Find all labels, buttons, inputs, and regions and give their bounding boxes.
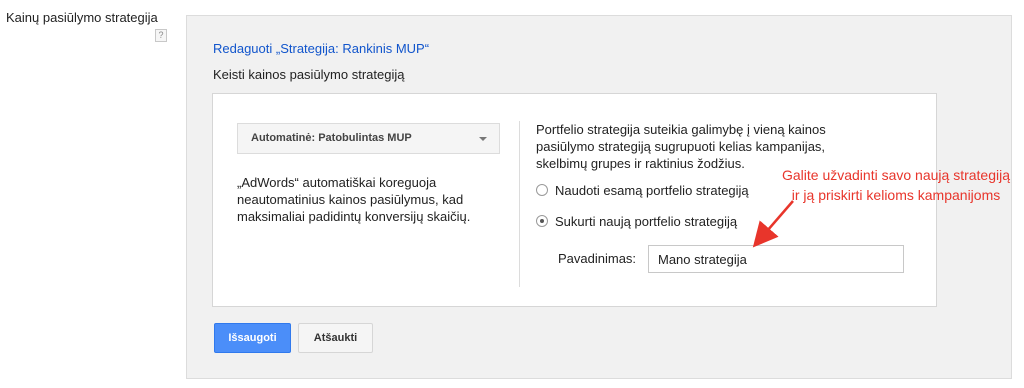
radio-button[interactable]	[536, 184, 548, 196]
save-button[interactable]: Išsaugoti	[214, 323, 291, 353]
annotation-callout: Galite užvadinti savo naują strategiją i…	[781, 167, 1011, 203]
panel-subtitle: Keisti kainos pasiūlymo strategiją	[213, 67, 405, 82]
edit-strategy-link[interactable]: Redaguoti „Strategija: Rankinis MUP“	[213, 41, 429, 56]
radio-create-new[interactable]: Sukurti naują portfelio strategiją	[536, 212, 737, 230]
name-label: Pavadinimas:	[558, 251, 637, 266]
chevron-down-icon	[479, 137, 487, 141]
strategy-description: „AdWords“ automatiškai koreguoja neautom…	[237, 175, 471, 224]
strategy-dropdown-label: Automatinė: Patobulintas MUP	[251, 132, 412, 144]
radio-label: Sukurti naują portfelio strategiją	[555, 213, 738, 229]
radio-use-existing[interactable]: Naudoti esamą portfelio strategiją	[536, 181, 749, 199]
help-icon[interactable]: ?	[155, 29, 167, 42]
vertical-divider	[519, 121, 520, 287]
radio-button[interactable]	[536, 215, 548, 227]
cancel-button[interactable]: Atšaukti	[298, 323, 373, 353]
strategy-dropdown[interactable]: Automatinė: Patobulintas MUP	[237, 123, 500, 154]
radio-label: Naudoti esamą portfelio strategiją	[555, 182, 749, 198]
strategy-name-input[interactable]	[648, 245, 904, 273]
side-label: Kainų pasiūlymo strategija	[6, 10, 158, 25]
